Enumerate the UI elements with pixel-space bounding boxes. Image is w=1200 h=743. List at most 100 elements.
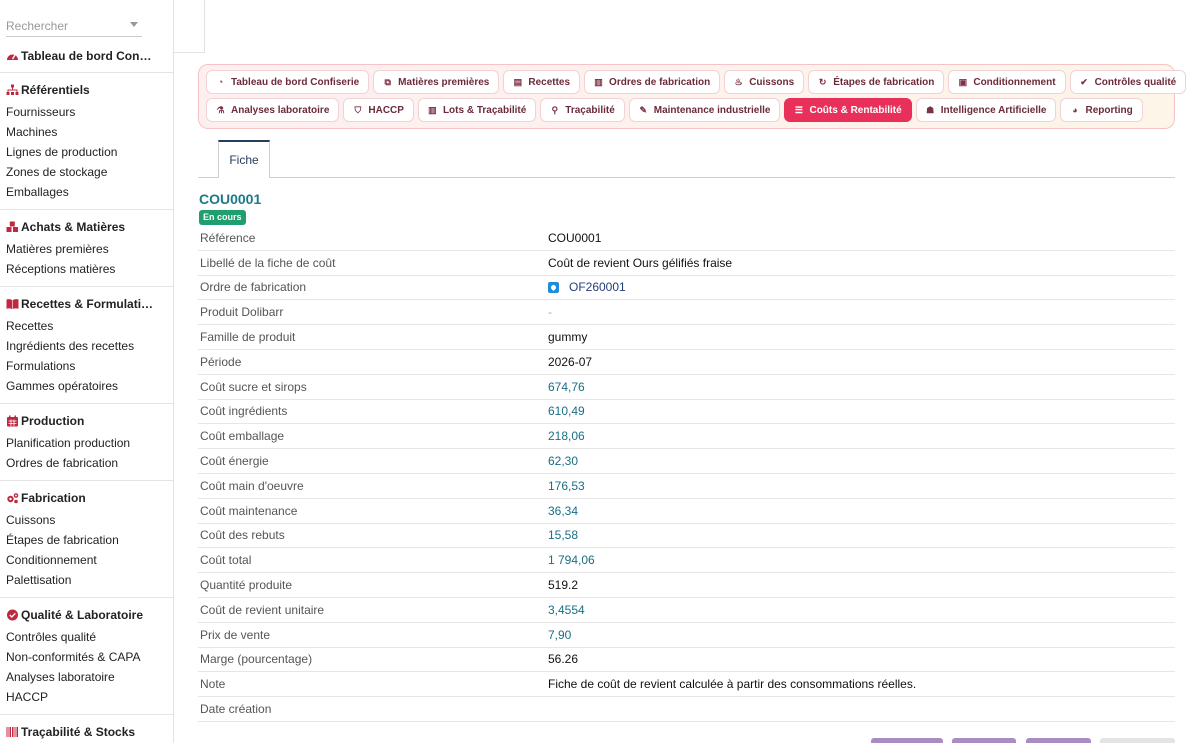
sidebar-section: Fabrication Cuissons Étapes de fabrication…: [0, 481, 173, 598]
action-button[interactable]: [1026, 738, 1091, 743]
sidebar-section: Référentiels Fournisseurs Machines Lignes d…: [0, 73, 173, 210]
sidebar-section-title[interactable]: Référentiels: [6, 81, 173, 99]
field-row: Coût maintenance 36,34: [198, 499, 1175, 524]
sidebar-item[interactable]: Zones de stockage: [6, 162, 173, 182]
module-tab-label: Contrôles qualité: [1094, 76, 1177, 88]
field-row: Période 2026-07: [198, 350, 1175, 375]
field-row: Coût des rebuts 15,58: [198, 524, 1175, 549]
status-badge: En cours: [199, 210, 246, 225]
sidebar-item[interactable]: Gammes opératoires: [6, 376, 173, 396]
field-value: -: [548, 305, 552, 320]
sidebar-item[interactable]: Réceptions matières: [6, 259, 173, 279]
dashboard-gauge-icon: [6, 50, 19, 62]
field-row: Coût énergie 62,30: [198, 449, 1175, 474]
record-title: COU0001: [199, 191, 262, 207]
sidebar-item[interactable]: Machines: [6, 122, 173, 142]
field-label: Libellé de la fiche de coût: [200, 255, 336, 270]
sidebar-section-label: Traçabilité & Stocks: [21, 725, 136, 739]
field-row: Marge (pourcentage) 56.26: [198, 648, 1175, 673]
field-value: 2026-07: [548, 354, 593, 369]
field-value: 519.2: [548, 578, 579, 593]
shield-icon: ⛉: [354, 104, 362, 115]
clipboard-icon: ▥: [594, 76, 603, 87]
sidebar-item[interactable]: Non-conformités & CAPA: [6, 647, 173, 667]
field-row: Prix de vente 7,90: [198, 623, 1175, 648]
field-table: Référence COU0001 Libellé de la fiche de c…: [198, 226, 1175, 722]
search-input[interactable]: [6, 15, 126, 33]
field-label: Référence: [200, 230, 256, 245]
box-icon: ▣: [958, 76, 968, 87]
sidebar-item[interactable]: Conditionnement: [6, 550, 173, 570]
module-tab[interactable]: ⧉ Matières premières: [373, 70, 500, 94]
sidebar-item[interactable]: Contrôles qualité: [6, 627, 173, 647]
sidebar-menu: Tableau de bord Con… Référentiels Fourniss…: [0, 37, 173, 743]
sidebar-item[interactable]: Matières premières: [6, 239, 173, 259]
module-tab[interactable]: ▥ Lots & Traçabilité: [417, 98, 537, 122]
module-tab[interactable]: ▤ Recettes: [503, 70, 581, 94]
sidebar-section-title[interactable]: Fabrication: [6, 489, 173, 507]
module-tab[interactable]: ⚗ Analyses laboratoire: [206, 98, 340, 122]
field-row: Produit Dolibarr -: [198, 300, 1175, 326]
sidebar-section-title[interactable]: Traçabilité & Stocks: [6, 723, 173, 741]
sidebar-item[interactable]: Palettisation: [6, 570, 173, 590]
sidebar-section: Qualité & Laboratoire Contrôles qualité No…: [0, 598, 173, 715]
module-tab[interactable]: ♨ Cuissons: [724, 70, 805, 94]
module-tab[interactable]: ↻ Étapes de fabrication: [808, 70, 945, 94]
module-tab-label: Traçabilité: [565, 104, 615, 116]
action-button[interactable]: [1100, 738, 1175, 743]
sidebar-section-title[interactable]: Recettes & Formulati…: [6, 295, 173, 313]
module-tab-label: HACCP: [368, 104, 404, 116]
module-tab[interactable]: ✎ Maintenance industrielle: [628, 98, 781, 122]
module-tab-label: Cuissons: [749, 76, 795, 88]
sidebar-section-title[interactable]: Qualité & Laboratoire: [6, 606, 173, 624]
sidebar-item[interactable]: Étapes de fabrication: [6, 530, 173, 550]
field-label: Coût sucre et sirops: [200, 379, 307, 394]
field-value[interactable]: OF260001: [548, 280, 626, 294]
field-value: Fiche de coût de revient calculée à part…: [548, 677, 917, 692]
action-button[interactable]: [952, 738, 1016, 743]
sidebar-item[interactable]: Lignes de production: [6, 142, 173, 162]
module-tab[interactable]: ☰ Coûts & Rentabilité: [784, 98, 912, 122]
module-tab-label: Recettes: [528, 76, 571, 88]
module-tab[interactable]: ◕ Reporting: [1060, 98, 1143, 122]
tab-fiche[interactable]: Fiche: [218, 140, 270, 178]
sidebar-item[interactable]: Ordres de fabrication: [6, 453, 173, 473]
chevron-down-icon[interactable]: [130, 22, 138, 27]
sidebar-section-title[interactable]: Tableau de bord Con…: [6, 47, 173, 65]
sidebar-section: Production Planification production Ordres…: [0, 404, 173, 481]
field-label: Famille de produit: [200, 330, 296, 345]
module-tab[interactable]: ☗ Intelligence Artificielle: [915, 98, 1057, 122]
action-button[interactable]: [871, 738, 943, 743]
sidebar-section-title[interactable]: Achats & Matières: [6, 218, 173, 236]
field-row: Coût emballage 218,06: [198, 424, 1175, 450]
sidebar-item[interactable]: Formulations: [6, 356, 173, 376]
module-tab-label: Maintenance industrielle: [653, 104, 771, 116]
manufacturing-order-link[interactable]: OF260001: [569, 280, 626, 294]
field-label: Quantité produite: [200, 578, 293, 593]
sidebar-section-title[interactable]: Production: [6, 412, 173, 430]
module-tab[interactable]: ▥ Ordres de fabrication: [584, 70, 721, 94]
pie-chart-icon: ◕: [1072, 104, 1078, 115]
sidebar-item[interactable]: Analyses laboratoire: [6, 667, 173, 687]
sidebar-item[interactable]: Recettes: [6, 316, 173, 336]
module-tab[interactable]: ⛉ HACCP: [343, 98, 414, 122]
field-row: Famille de produit gummy: [198, 325, 1175, 350]
sidebar-item[interactable]: HACCP: [6, 687, 173, 707]
module-tab[interactable]: ◔ Tableau de bord Confiserie: [206, 70, 370, 94]
module-tab[interactable]: ▣ Conditionnement: [948, 70, 1066, 94]
sidebar-section-label: Qualité & Laboratoire: [21, 608, 144, 622]
module-tab[interactable]: ⚲ Traçabilité: [540, 98, 625, 122]
sidebar-item[interactable]: Planification production: [6, 433, 173, 453]
field-label: Coût ingrédients: [200, 404, 288, 419]
search-select[interactable]: [6, 15, 142, 37]
sidebar-section: Tableau de bord Con…: [0, 37, 173, 73]
sidebar-item[interactable]: Fournisseurs: [6, 102, 173, 122]
sidebar-item[interactable]: Emballages: [6, 182, 173, 202]
module-tab[interactable]: ✔ Contrôles qualité: [1069, 70, 1187, 94]
field-row: Coût de revient unitaire 3,4554: [198, 598, 1175, 623]
sidebar-item[interactable]: Cuissons: [6, 510, 173, 530]
sidebar: Tableau de bord Con… Référentiels Fourniss…: [0, 0, 174, 743]
field-value: 1 794,06: [548, 553, 595, 568]
field-label: Ordre de fabrication: [200, 280, 307, 295]
sidebar-item[interactable]: Ingrédients des recettes: [6, 336, 173, 356]
